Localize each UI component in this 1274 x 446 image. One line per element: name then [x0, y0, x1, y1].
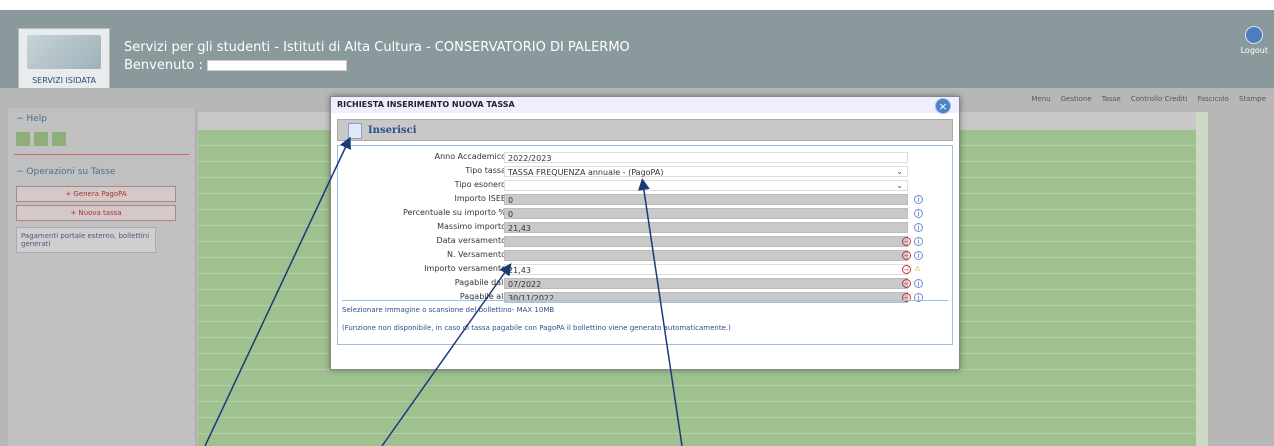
perc-field: 0: [504, 208, 908, 219]
divider: [14, 154, 189, 155]
tipo-tassa-label: Tipo tassa: [465, 166, 506, 175]
grid-scrollbar[interactable]: [1196, 112, 1208, 446]
logo[interactable]: SERVIZI ISIDATA: [18, 28, 110, 90]
tipo-tassa-select[interactable]: TASSA FREQUENZA annuale - (PagoPA) ⌄: [504, 166, 908, 177]
row-anno: Anno Accademico 2022/2023: [338, 152, 954, 164]
perc-label: Percentuale su importo %: [403, 208, 506, 217]
chevron-down-icon: ⌄: [896, 181, 903, 190]
info-icon[interactable]: i: [914, 223, 923, 232]
row-data-vers: Data versamento − i: [338, 236, 954, 248]
stop-icon: −: [902, 251, 911, 260]
data-vers-label: Data versamento: [436, 236, 506, 245]
row-tipo-esonero: Tipo esonero ⌄: [338, 180, 954, 192]
row-tipo-tassa: Tipo tassa TASSA FREQUENZA annuale - (Pa…: [338, 166, 954, 178]
insert-label: Inserisci: [368, 125, 417, 136]
dialog-title: RICHIESTA INSERIMENTO NUOVA TASSA: [331, 97, 959, 113]
operations-heading[interactable]: − Operazioni su Tasse: [8, 161, 195, 183]
external-payments-link[interactable]: Pagamenti portale esterno, bollettini ge…: [16, 227, 156, 253]
upload-hint: Selezionare immagine o scansione del bol…: [342, 306, 555, 314]
info-icon[interactable]: i: [914, 251, 923, 260]
max-field: 21,43: [504, 222, 908, 233]
tipo-esonero-select[interactable]: ⌄: [504, 180, 908, 191]
table-row[interactable]: [198, 402, 1208, 418]
table-row[interactable]: [198, 386, 1208, 402]
help-icon-3[interactable]: [52, 132, 66, 146]
new-tax-button[interactable]: + Nuova tassa: [16, 205, 176, 221]
tipo-esonero-label: Tipo esonero: [454, 180, 506, 189]
toolbar-menu[interactable]: Menu: [1031, 95, 1050, 103]
app-header: SERVIZI ISIDATA Servizi per gli studenti…: [0, 10, 1274, 90]
left-panel: − Help − Operazioni su Tasse + Genera Pa…: [8, 108, 196, 446]
document-icon: [348, 123, 362, 139]
chevron-down-icon: ⌄: [896, 167, 903, 176]
tax-form: Anno Accademico 2022/2023 Tipo tassa TAS…: [337, 145, 953, 345]
row-n-vers: N. Versamento − i: [338, 250, 954, 262]
welcome-text: Benvenuto :: [124, 58, 347, 73]
stop-icon: −: [902, 279, 911, 288]
row-pag-dal: Pagabile dal: 07/2022 − i: [338, 278, 954, 290]
help-icon-2[interactable]: [34, 132, 48, 146]
toolbar-gestione[interactable]: Gestione: [1061, 95, 1092, 103]
hint-divider: [342, 300, 948, 301]
generate-pagopa-button[interactable]: + Genera PagoPA: [16, 186, 176, 202]
logo-image: [27, 35, 101, 69]
importo-field[interactable]: 21,43: [504, 264, 908, 275]
importo-label: Importo versamento: [424, 264, 506, 273]
pag-dal-label: Pagabile dal:: [454, 278, 506, 287]
row-max: Massimo importo 21,43 i: [338, 222, 954, 234]
toolbar-tasse[interactable]: Tasse: [1102, 95, 1121, 103]
welcome-label: Benvenuto :: [124, 58, 203, 73]
upload-disabled-note: (Funzione non disponibile, in caso di ta…: [342, 324, 731, 332]
table-row[interactable]: [198, 370, 1208, 386]
info-icon[interactable]: i: [914, 209, 923, 218]
toolbar-fascicolo[interactable]: Fascicolo: [1197, 95, 1228, 103]
info-icon[interactable]: i: [914, 237, 923, 246]
isee-field: 0: [504, 194, 908, 205]
max-label: Massimo importo: [437, 222, 506, 231]
isee-label: Importo ISEE: [454, 194, 506, 203]
info-icon[interactable]: i: [914, 195, 923, 204]
info-icon[interactable]: i: [914, 279, 923, 288]
warning-icon: ⚠: [914, 265, 921, 273]
username-box: [206, 60, 347, 71]
row-perc: Percentuale su importo % 0 i: [338, 208, 954, 220]
help-icons: [8, 130, 195, 148]
tipo-tassa-value: TASSA FREQUENZA annuale - (PagoPA): [508, 168, 664, 177]
logo-caption: SERVIZI ISIDATA: [32, 76, 96, 85]
row-isee: Importo ISEE 0 i: [338, 194, 954, 206]
toolbar-stampe[interactable]: Stampe: [1239, 95, 1266, 103]
stop-icon: −: [902, 237, 911, 246]
n-vers-field: [504, 250, 908, 261]
close-icon[interactable]: ×: [935, 98, 951, 114]
anno-field[interactable]: 2022/2023: [504, 152, 908, 163]
pag-dal-field: 07/2022: [504, 278, 908, 289]
top-strip: [0, 0, 1274, 10]
page-title: Servizi per gli studenti - Istituti di A…: [124, 40, 630, 55]
power-icon: [1245, 26, 1264, 44]
logout-button[interactable]: Logout: [1241, 26, 1268, 55]
new-tax-dialog: RICHIESTA INSERIMENTO NUOVA TASSA × Inse…: [330, 96, 960, 370]
pag-al-field: 30/11/2022: [504, 292, 908, 303]
help-heading[interactable]: − Help: [8, 108, 195, 130]
row-pag-al: Pagabile al: 30/11/2022 − i: [338, 292, 954, 304]
data-vers-field: [504, 236, 908, 247]
row-importo: Importo versamento 21,43 − ⚠: [338, 264, 954, 276]
stop-icon: −: [902, 265, 911, 274]
toolbar-controllo-crediti[interactable]: Controllo Crediti: [1131, 95, 1188, 103]
logout-label: Logout: [1240, 46, 1268, 55]
table-row[interactable]: [198, 418, 1208, 434]
anno-label: Anno Accademico: [434, 152, 506, 161]
insert-section-bar: Inserisci: [337, 119, 953, 141]
help-icon-1[interactable]: [16, 132, 30, 146]
n-vers-label: N. Versamento: [446, 250, 506, 259]
